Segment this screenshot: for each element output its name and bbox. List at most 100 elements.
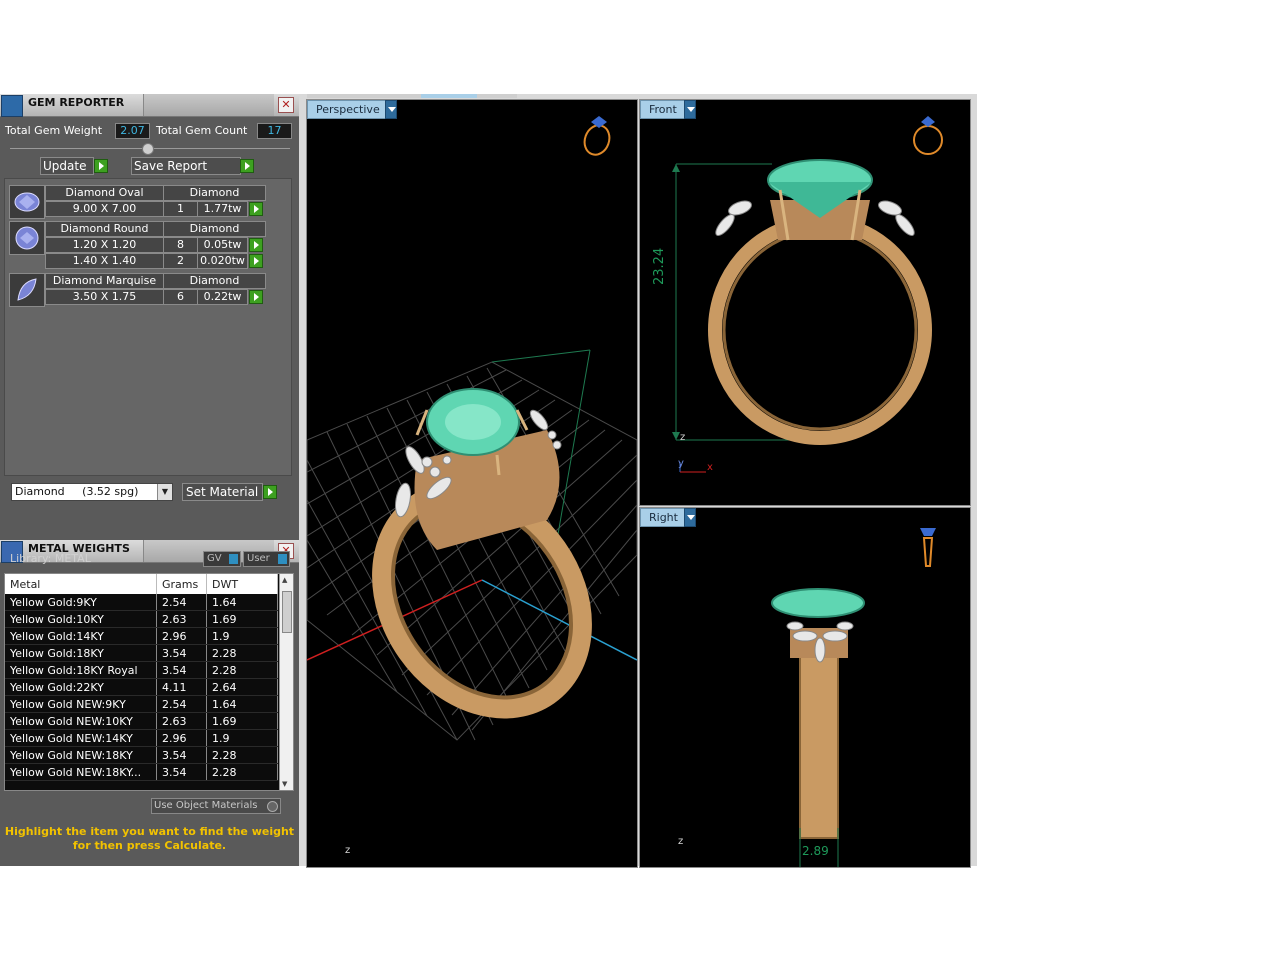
ring-model: [372, 388, 592, 719]
gem-size: 1.20 X 1.20: [45, 237, 164, 253]
table-row[interactable]: Yellow Gold NEW:14KY 2.96 1.9: [5, 729, 278, 747]
metal-cell: Yellow Gold:18KY Royal: [5, 661, 157, 679]
grams-cell: 3.54: [156, 763, 207, 781]
gem-material: Diamond: [163, 221, 266, 237]
z-axis-label: z: [680, 432, 686, 443]
chevron-down-icon[interactable]: ▼: [157, 484, 172, 500]
grams-cell: 2.96: [156, 627, 207, 645]
select-gem-play-icon[interactable]: [249, 202, 263, 216]
dwt-cell: 1.9: [206, 627, 278, 645]
view-cube-ring-icon[interactable]: [913, 116, 943, 155]
table-row[interactable]: Yellow Gold NEW:18KY 3.54 2.28: [5, 746, 278, 764]
use-object-materials-toggle[interactable]: Use Object Materials: [151, 798, 281, 814]
metal-cell: Yellow Gold NEW:10KY: [5, 712, 157, 730]
gem-name: Diamond Marquise: [45, 273, 164, 289]
width-dimension-label: 2.89: [802, 844, 829, 858]
gem-weight: 0.22tw: [197, 289, 248, 305]
grams-cell: 2.63: [156, 712, 207, 730]
dimension-line: [491, 349, 591, 363]
gem-reporter-close-icon[interactable]: ✕: [278, 97, 294, 113]
table-row[interactable]: Yellow Gold:18KY 3.54 2.28: [5, 644, 278, 662]
y-axis-line: [481, 579, 637, 661]
select-gem-play-icon[interactable]: [249, 254, 263, 268]
front-viewport-tab[interactable]: Front: [640, 100, 690, 119]
table-row[interactable]: Yellow Gold NEW:18KY... 3.54 2.28: [5, 763, 278, 781]
oval-gem-icon: [9, 185, 45, 219]
right-viewport-tab[interactable]: Right: [640, 508, 690, 527]
hint-text: Highlight the item you want to find the …: [0, 825, 299, 853]
gem-reporter-icon: [1, 95, 23, 117]
gem-reporter-title: GEM REPORTER: [28, 96, 125, 109]
titlebar-tab-notch: [143, 94, 274, 116]
front-scene: [672, 116, 943, 473]
metal-cell: Yellow Gold:14KY: [5, 627, 157, 645]
metal-cell: Yellow Gold:9KY: [5, 594, 157, 611]
user-label: User: [247, 553, 270, 564]
table-row[interactable]: Yellow Gold NEW:9KY 2.54 1.64: [5, 695, 278, 713]
dwt-cell: 1.64: [206, 695, 278, 713]
material-select[interactable]: Diamond (3.52 spg) ▼: [11, 483, 173, 501]
right-viewport[interactable]: Right 2.89 z: [639, 507, 971, 868]
active-hidden-tab[interactable]: [421, 94, 477, 98]
metal-weights-table: Metal Grams DWT Yellow Gold:9KY 2.54 1.64 Y…: [4, 573, 294, 791]
save-report-button[interactable]: Save Report: [131, 157, 241, 175]
perspective-scene: [307, 116, 637, 741]
gem-weight: 0.05tw: [197, 237, 248, 253]
select-gem-play-icon[interactable]: [249, 290, 263, 304]
update-play-icon[interactable]: [94, 159, 108, 173]
view-cube-side-icon[interactable]: [920, 528, 936, 567]
round-gem-icon: [9, 221, 45, 255]
perspective-viewport[interactable]: Perspective z: [306, 99, 638, 868]
table-row[interactable]: Yellow Gold:14KY 2.96 1.9: [5, 627, 278, 645]
column-header-metal[interactable]: Metal: [5, 574, 157, 594]
total-gem-weight-label: Total Gem Weight: [5, 124, 103, 137]
grams-cell: 3.54: [156, 644, 207, 662]
z-axis-label: z: [678, 836, 684, 847]
grams-cell: 2.54: [156, 695, 207, 713]
scroll-down-icon[interactable]: ▼: [282, 780, 287, 788]
dwt-cell: 2.28: [206, 644, 278, 662]
user-toggle[interactable]: User: [243, 551, 290, 567]
table-row[interactable]: Yellow Gold:22KY 4.11 2.64: [5, 678, 278, 696]
save-report-play-icon[interactable]: [240, 159, 254, 173]
user-indicator-icon: [278, 554, 287, 564]
collapse-toggle-icon[interactable]: [142, 143, 154, 155]
table-row[interactable]: Yellow Gold:10KY 2.63 1.69: [5, 610, 278, 628]
gem-size: 3.50 X 1.75: [45, 289, 164, 305]
radio-indicator-icon: [267, 801, 278, 812]
gem-weight: 1.77tw: [197, 201, 248, 217]
grams-cell: 2.54: [156, 594, 207, 611]
column-header-dwt[interactable]: DWT: [206, 574, 278, 594]
hint-line-2: for then press Calculate.: [72, 839, 227, 852]
metal-table-scrollbar[interactable]: ▲ ▼: [279, 574, 293, 790]
right-menu-chevron-icon[interactable]: [684, 508, 696, 527]
y-axis-label: y: [678, 458, 684, 469]
set-material-play-icon[interactable]: [263, 485, 277, 499]
gem-count: 8: [163, 237, 198, 253]
front-menu-chevron-icon[interactable]: [684, 100, 696, 119]
dwt-cell: 2.28: [206, 746, 278, 764]
grams-cell: 3.54: [156, 661, 207, 679]
select-gem-play-icon[interactable]: [249, 238, 263, 252]
update-button[interactable]: Update: [40, 157, 94, 175]
metal-cell: Yellow Gold:10KY: [5, 610, 157, 628]
view-cube-ring-icon[interactable]: [581, 116, 614, 158]
scroll-thumb[interactable]: [282, 591, 292, 633]
scroll-up-icon[interactable]: ▲: [282, 576, 287, 584]
dwt-cell: 2.64: [206, 678, 278, 696]
front-viewport[interactable]: Front 23.24 z y x: [639, 99, 971, 506]
dwt-cell: 1.69: [206, 610, 278, 628]
gem-material: Diamond: [163, 185, 266, 201]
table-row[interactable]: Yellow Gold NEW:10KY 2.63 1.69: [5, 712, 278, 730]
gem-reporter-titlebar: GEM REPORTER ✕: [0, 94, 299, 117]
gem-count: 1: [163, 201, 198, 217]
gem-size: 9.00 X 7.00: [45, 201, 164, 217]
set-material-button[interactable]: Set Material: [182, 483, 263, 501]
perspective-menu-chevron-icon[interactable]: [385, 100, 397, 119]
table-row[interactable]: Yellow Gold:9KY 2.54 1.64: [5, 594, 278, 611]
column-header-grams[interactable]: Grams: [156, 574, 207, 594]
right-scene: [771, 528, 936, 867]
perspective-viewport-tab[interactable]: Perspective: [307, 100, 395, 119]
table-row[interactable]: Yellow Gold:18KY Royal 3.54 2.28: [5, 661, 278, 679]
gv-toggle[interactable]: GV: [203, 551, 241, 567]
